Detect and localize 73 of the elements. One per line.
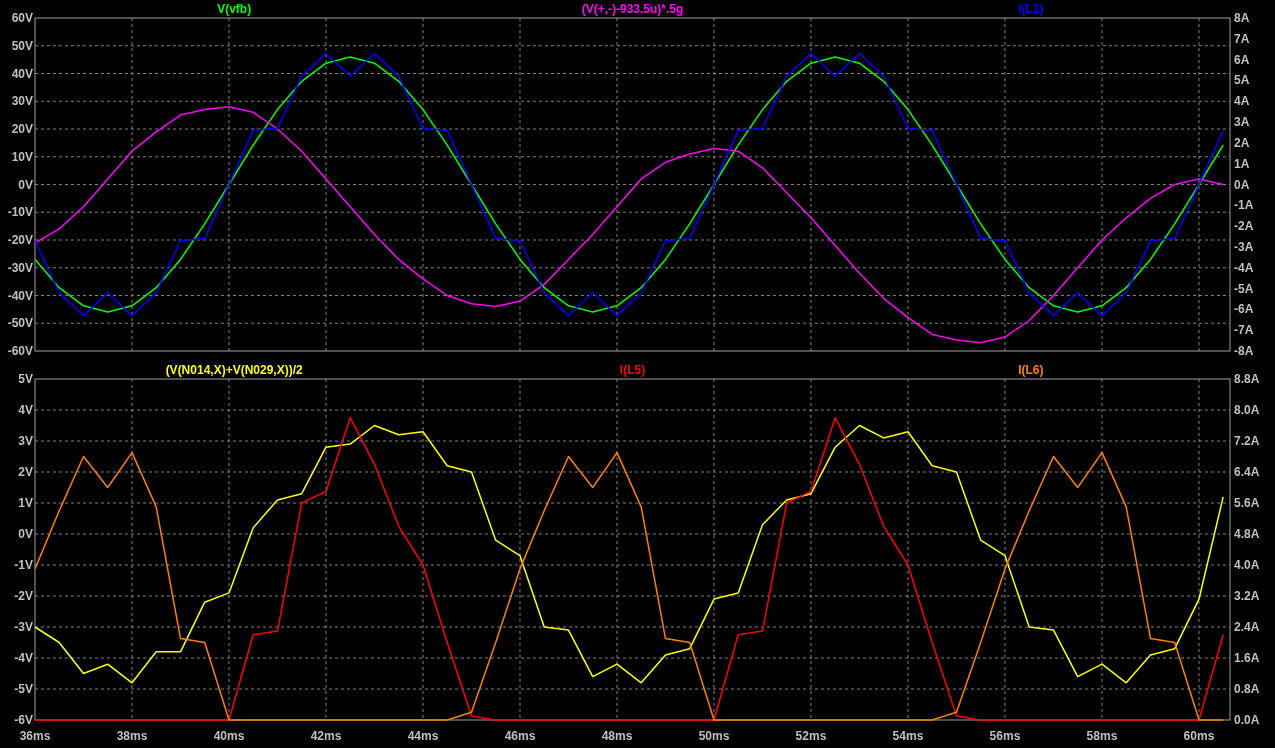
axis-label: 2V [18, 465, 33, 479]
trace-label: (V(+,-)-933.5u)*.5g [581, 2, 684, 16]
axis-label: -5V [14, 682, 33, 696]
axis-label: -1A [1234, 198, 1254, 213]
axis-label: 42ms [310, 729, 342, 743]
axis-label: 1A [1234, 156, 1250, 171]
axis-label: -6V [14, 713, 33, 727]
axis-label: 3.2A [1234, 589, 1260, 603]
axis-label: 5V [18, 372, 33, 386]
axis-label: -60V [7, 344, 33, 358]
axis-label: -2V [14, 589, 33, 603]
axis-label: 2A [1234, 135, 1250, 150]
axis-label: 20V [11, 122, 33, 136]
axis-label: 60ms [1183, 729, 1215, 743]
axis-label: 1.6A [1234, 651, 1260, 665]
axis-label: 8A [1234, 11, 1250, 25]
axis-label: 0V [18, 527, 33, 541]
axis-label: 7.2A [1234, 434, 1260, 448]
axis-label: 6.4A [1234, 465, 1260, 479]
trace-label: I(L5) [619, 363, 646, 377]
axis-label: 7A [1234, 31, 1250, 46]
axis-label: -2A [1234, 219, 1254, 234]
axis-label: 30V [11, 94, 33, 109]
axis-label: 50ms [698, 729, 730, 743]
trace-label: I(L1) [1018, 2, 1044, 16]
axis-label: -5A [1234, 281, 1254, 296]
axis-label: -7A [1234, 323, 1254, 338]
axis-label: 56ms [989, 729, 1021, 743]
axis-label: 5.6A [1234, 496, 1260, 510]
axis-label: 58ms [1086, 729, 1118, 743]
axis-label: -30V [7, 260, 33, 275]
axis-label: -4V [14, 651, 33, 665]
axis-label: 36ms [19, 729, 51, 743]
axis-label: -1V [14, 558, 33, 572]
axis-label: -6A [1234, 302, 1254, 317]
axis-label: -20V [7, 233, 33, 247]
axis-label: 4.0A [1234, 558, 1260, 572]
axis-label: 0.0A [1234, 713, 1260, 727]
axis-label: 48ms [601, 729, 633, 743]
axis-label: 1V [18, 496, 33, 510]
axis-label: -40V [7, 288, 33, 303]
axis-label: 8.0A [1234, 403, 1260, 417]
axis-label: 52ms [795, 729, 827, 743]
axis-label: 2.4A [1234, 620, 1260, 634]
trace-label: I(L6) [1018, 363, 1044, 377]
axis-label: 5A [1234, 73, 1250, 88]
axis-label: -50V [7, 316, 33, 331]
axis-label: 3V [18, 434, 33, 448]
axis-label: 50V [11, 38, 33, 53]
axis-label: 6A [1234, 52, 1250, 67]
axis-label: 46ms [504, 729, 536, 743]
axis-label: 3A [1234, 115, 1250, 130]
axis-label: 4.8A [1234, 527, 1260, 541]
axis-label: -8A [1234, 344, 1254, 358]
axis-label: 4V [18, 403, 33, 417]
axis-label: 8.8A [1234, 372, 1260, 386]
axis-label: 4A [1234, 94, 1250, 109]
trace-label: (V(N014,X)+V(N029,X))/2 [165, 363, 303, 377]
axis-label: -4A [1234, 260, 1254, 275]
axis-label: -3V [14, 620, 33, 634]
axis-label: 40V [11, 66, 33, 81]
axis-label: 0.8A [1234, 682, 1260, 696]
axis-label: 10V [11, 149, 33, 164]
trace-label: V(vfb) [217, 2, 252, 16]
axis-label: 54ms [892, 729, 924, 743]
axis-label: 0A [1234, 177, 1250, 192]
axis-label: -3A [1234, 239, 1254, 254]
axis-label: 0V [18, 177, 33, 192]
axis-label: -10V [7, 205, 33, 220]
axis-label: 38ms [116, 729, 148, 743]
axis-label: 40ms [213, 729, 245, 743]
axis-label: 60V [11, 11, 33, 25]
axis-label: 44ms [407, 729, 439, 743]
